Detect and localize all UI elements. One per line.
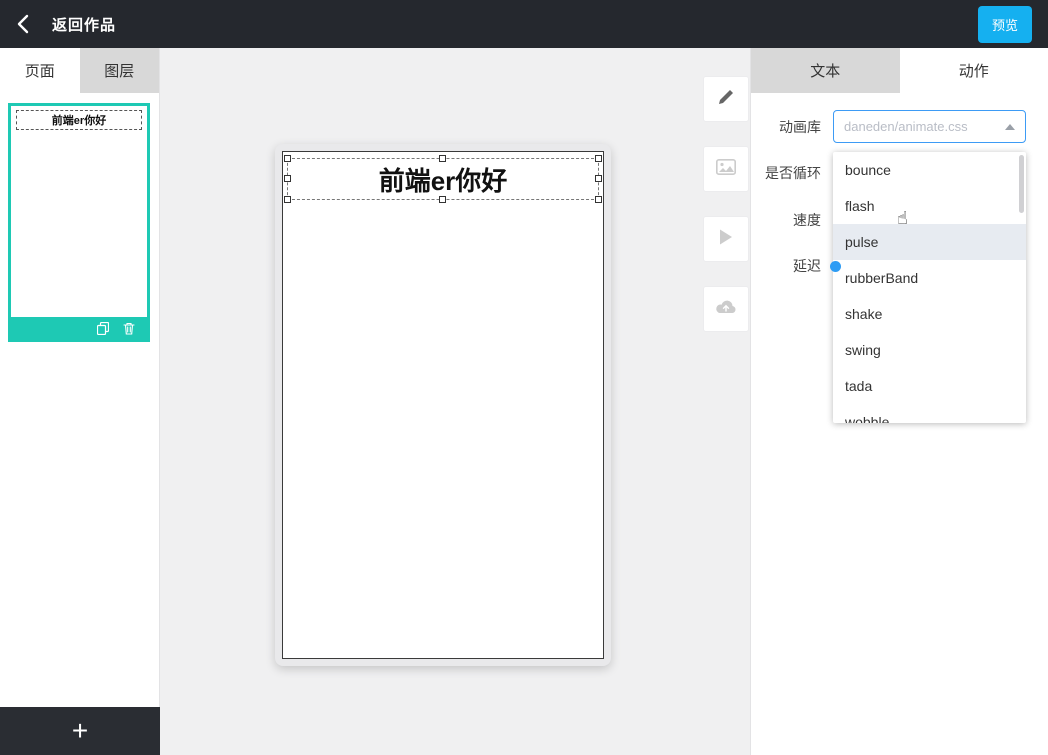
dropdown-item-rubberband[interactable]: rubberBand	[833, 260, 1026, 296]
back-chevron-icon[interactable]	[16, 14, 36, 34]
resize-handle[interactable]	[595, 175, 602, 182]
thumbnail-text: 前端er你好	[16, 110, 142, 130]
dropdown-item-wobble[interactable]: wobble	[833, 404, 1026, 423]
delay-slider-handle[interactable]	[830, 261, 841, 272]
right-tab-row: 文本 动作	[751, 48, 1048, 93]
speed-label: 速度	[793, 212, 821, 228]
play-icon	[718, 228, 734, 251]
duplicate-page-icon[interactable]	[97, 321, 109, 335]
select-placeholder-value: daneden/animate.css	[844, 119, 968, 134]
thumbnail-toolbar	[11, 317, 147, 339]
edit-text-button[interactable]	[703, 76, 749, 122]
tool-column	[703, 76, 749, 356]
resize-handle[interactable]	[439, 155, 446, 162]
image-icon	[716, 158, 736, 180]
play-media-button[interactable]	[703, 216, 749, 262]
cursor-icon: ☝	[897, 208, 908, 229]
add-page-button[interactable]: +	[0, 707, 160, 755]
resize-handle[interactable]	[284, 196, 291, 203]
animation-dropdown-list: bounce flash pulse rubberBand shake swin…	[833, 152, 1026, 423]
pencil-icon	[717, 88, 735, 111]
page-thumbnail[interactable]: 前端er你好	[8, 103, 150, 342]
selected-text-element[interactable]: 前端er你好	[284, 155, 602, 203]
dropdown-item-bounce[interactable]: bounce	[833, 152, 1026, 188]
upload-button[interactable]	[703, 286, 749, 332]
resize-handle[interactable]	[284, 175, 291, 182]
back-to-works-label[interactable]: 返回作品	[52, 14, 116, 35]
page-canvas[interactable]: 前端er你好	[282, 151, 604, 659]
main-canvas-area: 前端er你好	[160, 48, 750, 755]
chevron-up-icon	[1005, 123, 1015, 130]
tab-text[interactable]: 文本	[751, 48, 900, 93]
delay-label: 延迟	[793, 258, 821, 274]
tab-layers[interactable]: 图层	[79, 48, 159, 93]
delete-page-icon[interactable]	[123, 322, 135, 335]
dropdown-item-pulse[interactable]: pulse	[833, 224, 1026, 260]
dropdown-item-flash[interactable]: flash	[833, 188, 1026, 224]
top-bar: 返回作品 预览	[0, 0, 1048, 48]
right-panel: 文本 动作 动画库 是否循环 速度 延迟 daneden/animate.css…	[750, 48, 1048, 755]
left-panel: 页面 图层 前端er你好 +	[0, 48, 160, 755]
dropdown-item-tada[interactable]: tada	[833, 368, 1026, 404]
resize-handle[interactable]	[284, 155, 291, 162]
resize-handle[interactable]	[595, 155, 602, 162]
preview-button[interactable]: 预览	[977, 5, 1032, 43]
loop-label: 是否循环	[765, 165, 821, 181]
tab-pages[interactable]: 页面	[0, 48, 80, 93]
animation-library-label: 动画库	[779, 119, 821, 135]
cloud-upload-icon	[715, 299, 737, 320]
resize-handle[interactable]	[595, 196, 602, 203]
tab-action[interactable]: 动作	[899, 48, 1048, 93]
canvas-text: 前端er你好	[378, 165, 508, 196]
dropdown-scrollbar[interactable]	[1019, 155, 1024, 213]
dropdown-item-swing[interactable]: swing	[833, 332, 1026, 368]
add-image-button[interactable]	[703, 146, 749, 192]
dropdown-item-shake[interactable]: shake	[833, 296, 1026, 332]
left-tab-row: 页面 图层	[0, 48, 159, 93]
resize-handle[interactable]	[439, 196, 446, 203]
animation-library-select[interactable]: daneden/animate.css	[833, 110, 1026, 143]
canvas-frame: 前端er你好	[275, 144, 611, 666]
